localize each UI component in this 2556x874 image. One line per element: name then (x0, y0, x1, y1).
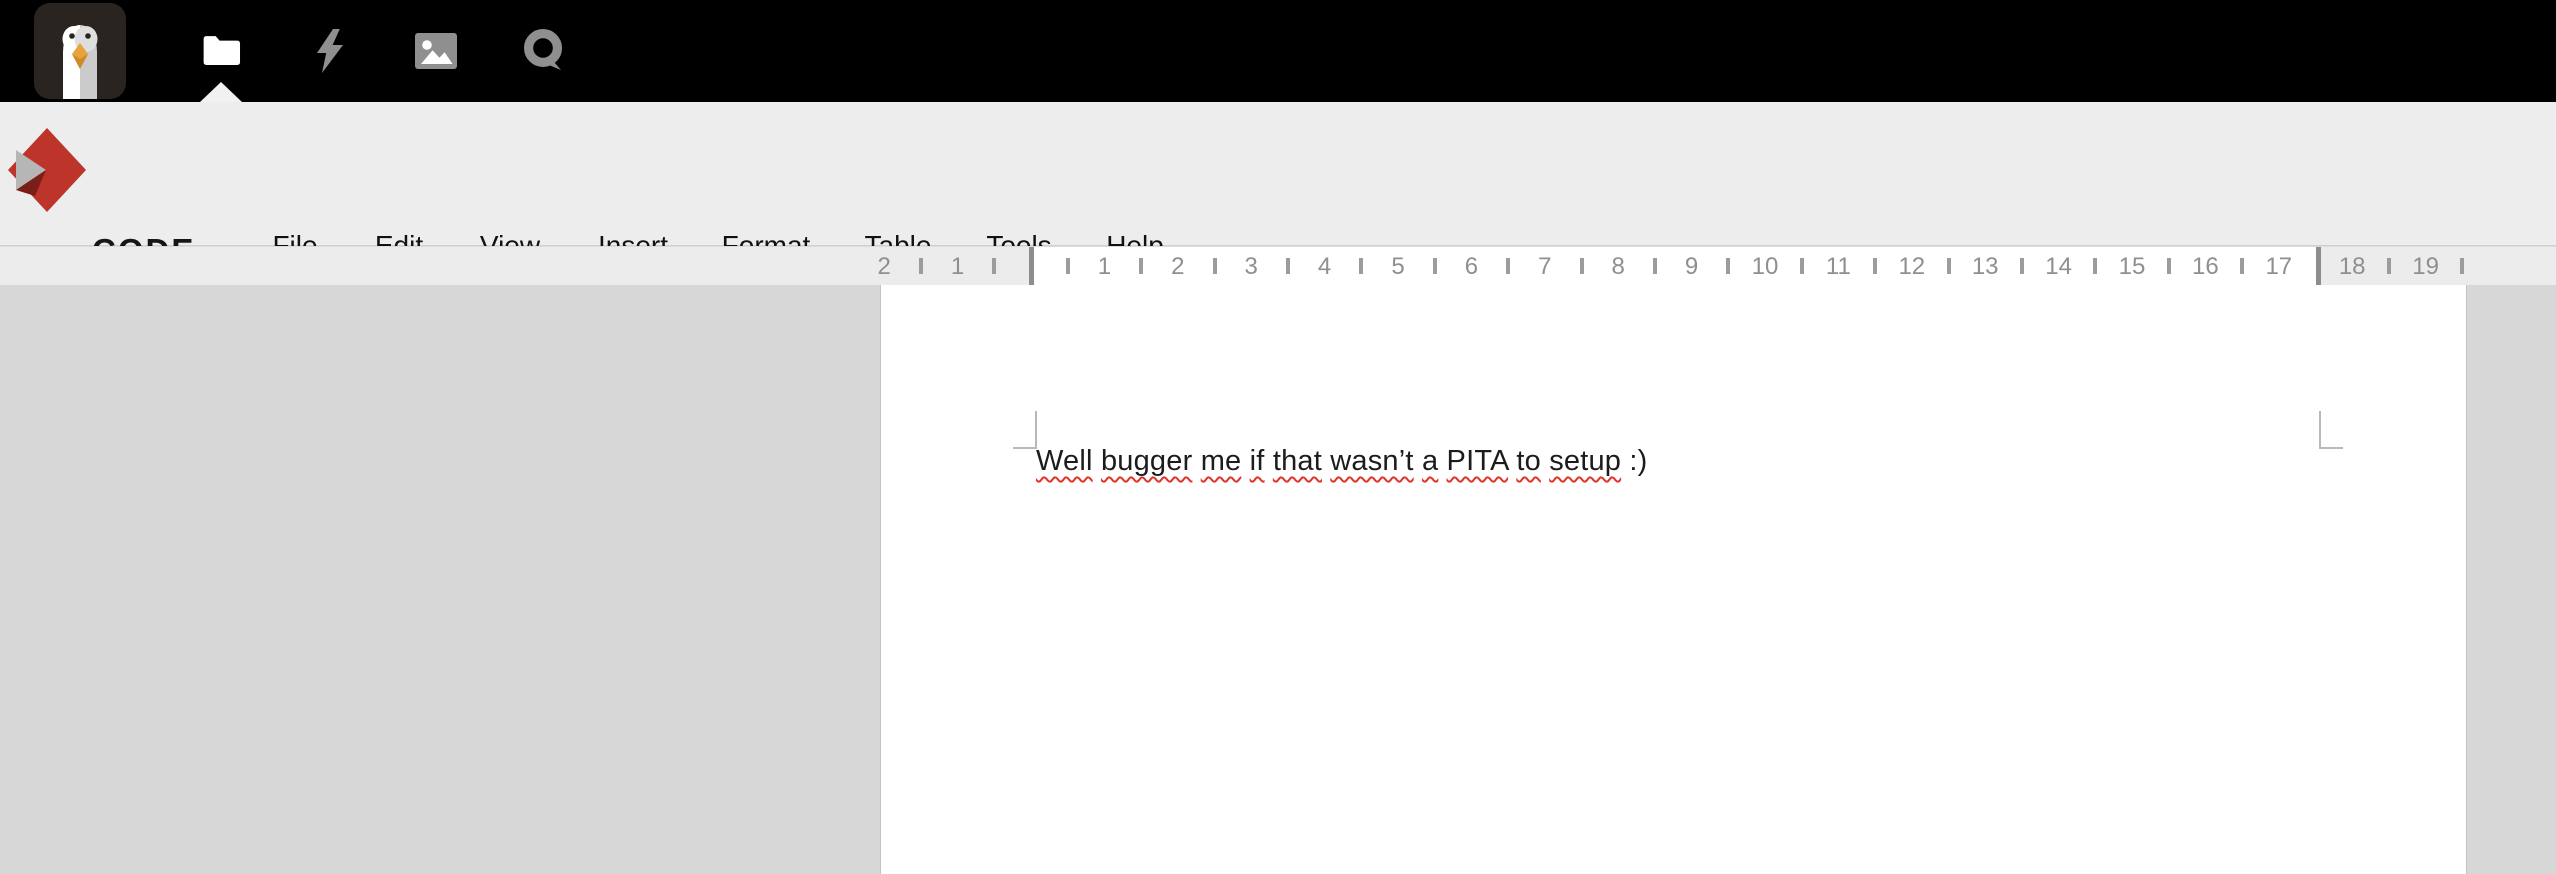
ruler-tick (1066, 258, 1070, 274)
ruler-tick (2167, 258, 2171, 274)
ruler-tick (1139, 258, 1143, 274)
ruler-tick (2093, 258, 2097, 274)
document-word: Well (1036, 445, 1093, 477)
ruler-tick (2240, 258, 2244, 274)
ruler-number: 5 (1391, 247, 1404, 285)
ruler-number: 10 (1752, 247, 1779, 285)
ruler-right-margin-marker[interactable] (2316, 247, 2321, 285)
document-word: if (1250, 445, 1265, 477)
tab-gallery[interactable] (404, 13, 468, 89)
tab-activity[interactable] (298, 13, 362, 89)
document-word: a (1422, 445, 1438, 477)
document-word: that (1273, 445, 1322, 477)
ruler-number: 2 (1171, 247, 1184, 285)
document-word: to (1516, 445, 1541, 477)
document-page[interactable]: Well bugger me if that wasn’t a PITA to … (880, 285, 2467, 874)
ruler-number: 18 (2339, 247, 2366, 285)
text-boundary-corner-right (2319, 411, 2343, 449)
menu-toolbar-panel: CODE Collabora Online Development Editio… (0, 102, 2556, 246)
document-word: setup (1549, 445, 1621, 477)
ruler-number: 11 (1826, 247, 1851, 285)
document-word: wasn’t (1330, 445, 1413, 477)
ruler-number: 15 (2119, 247, 2146, 285)
ruler-number: 1 (1098, 247, 1111, 285)
ruler-tick (1653, 258, 1657, 274)
ruler-number: 14 (2045, 247, 2072, 285)
ruler-tick (1947, 258, 1951, 274)
search-q-icon (521, 27, 567, 75)
ruler-number: 3 (1245, 247, 1258, 285)
active-tab-notch (200, 82, 242, 102)
image-tile-icon (413, 31, 459, 71)
ruler-tick (1286, 258, 1290, 274)
ruler-left-margin-marker[interactable] (1029, 247, 1034, 285)
ruler-tick (1800, 258, 1804, 274)
ruler-number: 8 (1612, 247, 1625, 285)
code-logo (8, 128, 86, 212)
ruler-number: 9 (1685, 247, 1698, 285)
ruler-number: 12 (1898, 247, 1925, 285)
tab-search[interactable] (512, 13, 576, 89)
ruler-number: 17 (2265, 247, 2292, 285)
code-diamond-icon (8, 128, 86, 212)
penguin-avatar-icon (34, 3, 126, 99)
ruler-number: 6 (1465, 247, 1478, 285)
ruler-tick (2460, 258, 2464, 274)
document-word: me (1201, 445, 1242, 477)
document-word: PITA (1447, 445, 1509, 477)
text-boundary-corner-left (1013, 411, 1037, 449)
ruler-number: 4 (1318, 247, 1331, 285)
ruler: 1212345678910111213141516171819 (0, 246, 2556, 286)
ruler-number: 13 (1972, 247, 1999, 285)
document-word: :) (1629, 445, 1647, 477)
ruler-tick (919, 258, 923, 274)
document-area: Well bugger me if that wasn’t a PITA to … (0, 285, 2556, 874)
tab-documents[interactable] (190, 13, 254, 89)
ruler-tick (2020, 258, 2024, 274)
lightning-icon (311, 27, 349, 75)
ruler-tick (2387, 258, 2391, 274)
ruler-number: 16 (2192, 247, 2219, 285)
top-bar (0, 0, 2556, 102)
ruler-number: 1 (951, 247, 964, 285)
ruler-tick (1213, 258, 1217, 274)
document-text: Well bugger me if that wasn’t a PITA to … (1036, 445, 1648, 478)
ruler-tick (1873, 258, 1877, 274)
ruler-tick (1433, 258, 1437, 274)
ruler-tick (1506, 258, 1510, 274)
ruler-tick (992, 258, 996, 274)
ruler-number: 7 (1538, 247, 1551, 285)
avatar[interactable] (34, 3, 126, 99)
ruler-tick (1726, 258, 1730, 274)
ruler-tick (1359, 258, 1363, 274)
ruler-number: 2 (878, 247, 891, 285)
ruler-tick (1580, 258, 1584, 274)
document-word: bugger (1101, 445, 1193, 477)
ruler-number: 19 (2412, 247, 2439, 285)
folder-icon (201, 33, 243, 69)
